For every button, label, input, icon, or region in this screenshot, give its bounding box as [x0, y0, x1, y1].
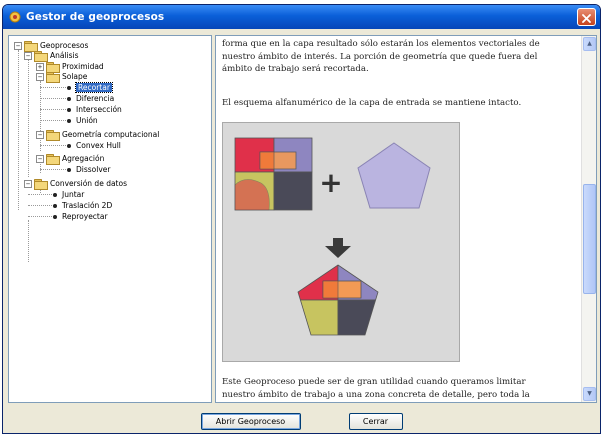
open-geoprocess-button[interactable]: Abrir Geoproceso [200, 412, 301, 430]
tree-node-geometria-computacional[interactable]: Geometría computacional [46, 129, 160, 141]
tree-node-solape[interactable]: Solape [46, 71, 88, 83]
folder-icon [46, 129, 60, 141]
folder-icon [34, 178, 48, 190]
geoprocess-manager-window: Gestor de geoprocesos − Geoprocesos − An… [2, 4, 601, 434]
folder-icon [46, 71, 60, 83]
tree-node-label: Recortar [75, 82, 113, 93]
tree-node-analisis[interactable]: Análisis [34, 50, 79, 62]
text-line: ámbito de trabajo será recortada. [222, 64, 369, 74]
folder-icon [34, 50, 48, 62]
tree-connector [28, 216, 52, 217]
clip-illustration: + [222, 122, 460, 362]
tree-node-reproyectar[interactable]: Reproyectar [53, 211, 108, 222]
tree-connector [40, 120, 66, 121]
bullet-icon [67, 167, 71, 172]
description-paragraph-2: El esquema alfanumérico de la capa de en… [222, 98, 522, 108]
tree-node-agregacion[interactable]: Agregación [46, 153, 105, 165]
tree-node-traslacion-2d[interactable]: Traslación 2D [53, 200, 112, 211]
tree-node-union[interactable]: Unión [67, 115, 98, 126]
bullet-icon [53, 192, 57, 197]
plus-sign-text: + [319, 166, 342, 199]
folder-icon [24, 40, 38, 52]
close-icon [582, 8, 591, 27]
tree-connector [28, 60, 29, 177]
tree-node-label: Geoprocesos [40, 41, 89, 50]
content-scrollbar[interactable]: ▲ ▼ [581, 36, 596, 402]
tree-connector [28, 220, 29, 262]
expand-toggle-analisis[interactable]: − [24, 52, 32, 60]
tree-connector [40, 169, 66, 170]
tree-node-diferencia[interactable]: Diferencia [67, 93, 114, 104]
dialog-footer: Abrir Geoproceso Cerrar [3, 407, 600, 433]
tree-node-label: Análisis [50, 51, 79, 60]
tree-node-label: Intersección [76, 105, 122, 114]
text-line: nuestro ámbito de interés. La porción de… [222, 51, 538, 62]
tree-node-label: Juntar [62, 190, 85, 199]
bullet-icon [53, 214, 57, 219]
scroll-up-button[interactable]: ▲ [583, 37, 596, 51]
help-content-pane[interactable]: forma que en la capa resultado sólo esta… [215, 35, 597, 403]
expand-toggle-proximidad[interactable]: + [36, 63, 44, 71]
tree-node-label: Proximidad [62, 62, 104, 71]
tree-connector [40, 87, 66, 88]
expand-toggle-solape[interactable]: − [36, 73, 44, 81]
tree-connector [40, 109, 66, 110]
tree-node-juntar[interactable]: Juntar [53, 189, 84, 200]
geoprocess-tree[interactable]: − Geoprocesos − Análisis + Proximidad − … [8, 35, 212, 403]
tree-connector [40, 162, 41, 173]
input-layer-graphic [234, 137, 313, 211]
tree-node-dissolver[interactable]: Dissolver [67, 164, 110, 175]
bullet-icon [67, 85, 71, 90]
title-bar[interactable]: Gestor de geoprocesos [3, 5, 600, 29]
clip-pentagon-shape [357, 142, 431, 209]
tree-connector [40, 81, 41, 151]
tree-node-label: Conversión de datos [50, 179, 127, 188]
tree-node-conversion-de-datos[interactable]: Conversión de datos [34, 178, 127, 190]
window-title: Gestor de geoprocesos [26, 11, 165, 23]
bullet-icon [67, 118, 71, 123]
text-line: Este Geoproceso puede ser de gran utilid… [222, 377, 526, 387]
tree-node-recortar[interactable]: Recortar [67, 82, 113, 93]
tree-node-label: Reproyectar [62, 212, 108, 221]
tree-node-label: Dissolver [76, 165, 111, 174]
description-paragraph-1: forma que en la capa resultado sólo esta… [222, 38, 572, 76]
folder-icon [46, 153, 60, 165]
output-layer-graphic [297, 264, 379, 336]
tree-connector [18, 50, 19, 210]
arrow-down-icon [325, 238, 351, 258]
scroll-thumb[interactable] [583, 184, 596, 294]
text-line: nuestro ámbito de trabajo a una zona con… [222, 389, 530, 400]
text-line: forma que en la capa resultado sólo esta… [222, 39, 540, 49]
tree-node-convex-hull[interactable]: Convex Hull [67, 140, 121, 151]
description-paragraph-3: Este Geoproceso puede ser de gran utilid… [222, 376, 572, 401]
app-icon [9, 11, 21, 23]
scroll-down-button[interactable]: ▼ [583, 387, 596, 401]
bullet-icon [53, 203, 57, 208]
tree-node-label: Geometría computacional [62, 130, 160, 139]
tree-connector [40, 98, 66, 99]
close-window-button[interactable] [577, 8, 596, 26]
expand-toggle-geometria[interactable]: − [36, 131, 44, 139]
tree-node-interseccion[interactable]: Intersección [67, 104, 122, 115]
tree-connector [28, 194, 52, 195]
tree-node-label: Convex Hull [76, 141, 121, 150]
expand-toggle-agregacion[interactable]: − [36, 155, 44, 163]
tree-node-label: Agregación [62, 154, 105, 163]
bullet-icon [67, 107, 71, 112]
tree-node-label: Traslación 2D [62, 201, 113, 210]
tree-connector [40, 145, 66, 146]
folder-icon [46, 61, 60, 73]
bullet-icon [67, 96, 71, 101]
tree-connector [28, 205, 52, 206]
close-button[interactable]: Cerrar [348, 412, 403, 430]
expand-toggle-root[interactable]: − [14, 42, 22, 50]
bullet-icon [67, 143, 71, 148]
clip-diagram: + [234, 137, 431, 336]
tree-node-label: Unión [76, 116, 98, 125]
tree-node-label: Solape [62, 72, 88, 81]
tree-node-label: Diferencia [76, 94, 115, 103]
expand-toggle-conversion[interactable]: − [24, 180, 32, 188]
